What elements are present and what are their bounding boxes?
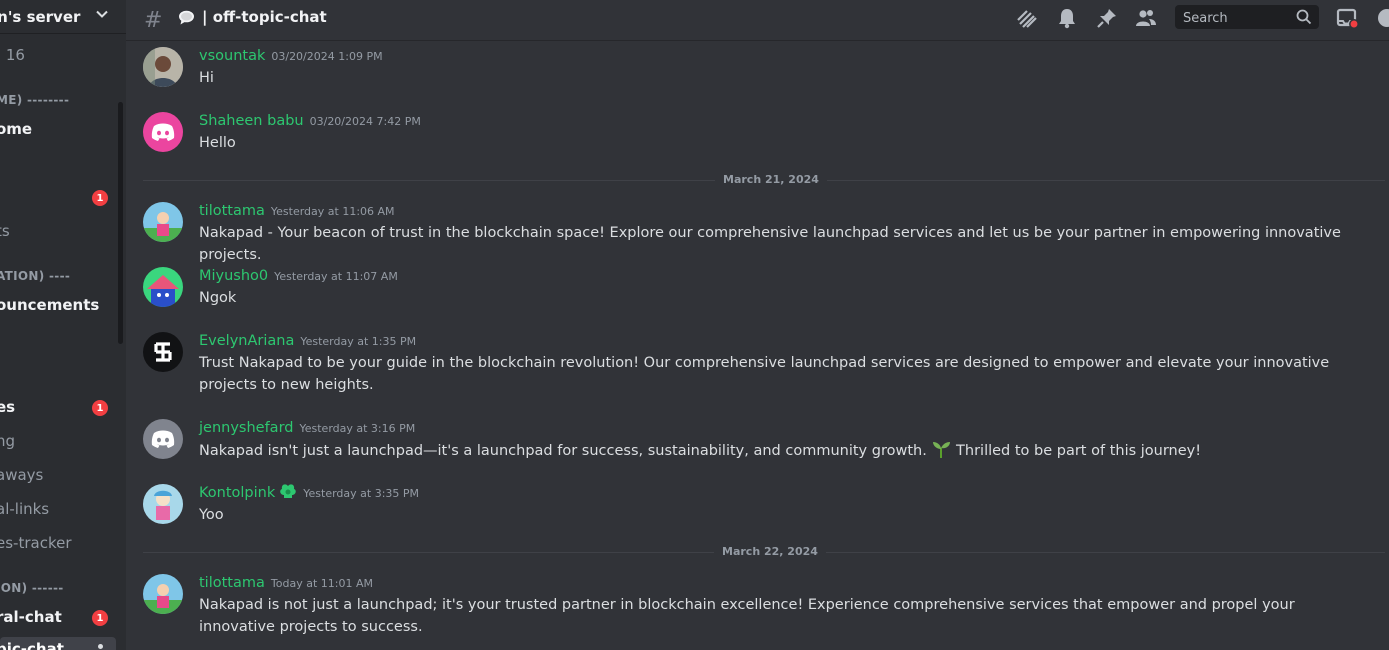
search-icon[interactable] [1296,9,1312,25]
message-text: Nakapad isn't just a launchpad—it's a la… [199,439,1359,462]
timestamp: Yesterday at 3:16 PM [299,422,416,435]
sidebar-item-announcements[interactable]: ouncements [0,296,99,314]
category-header[interactable]: ATION) ---- [0,269,70,283]
message-text: Ngok [199,290,237,306]
avatar[interactable] [143,484,183,524]
avatar[interactable] [143,47,183,87]
username[interactable]: tilottama [199,575,265,591]
sidebar-item-channel[interactable]: ng [0,432,15,450]
avatar[interactable] [143,202,183,242]
category-header[interactable]: ME) -------- [0,93,69,107]
message-text-part: Thrilled to be part of this journey! [951,443,1202,459]
members-icon[interactable] [1135,7,1157,29]
date-divider-label: March 22, 2024 [714,545,826,558]
hash-icon: # [144,8,163,33]
channel-sidebar: in's server : 16 ME) -------- ome 1 ts A… [0,0,126,650]
server-header[interactable]: in's server [0,0,126,34]
chevron-down-icon[interactable] [94,6,110,22]
unread-badge: 1 [92,190,108,206]
timestamp: 03/20/2024 7:42 PM [309,115,421,128]
timestamp: Yesterday at 3:35 PM [303,487,420,500]
avatar[interactable] [143,574,183,614]
username[interactable]: vsountak [199,48,265,64]
sidebar-item-channel[interactable]: ts [0,222,10,240]
help-icon[interactable] [1376,7,1389,29]
avatar[interactable] [143,112,183,152]
speech-bubble-icon [179,10,194,25]
sidebar-item-giveaways[interactable]: aways [0,466,43,484]
message-text: Nakapad - Your beacon of trust in the bl… [199,225,1341,263]
sidebar-item-channel[interactable]: es [0,398,15,416]
username[interactable]: jennyshefard [199,420,293,436]
date-divider-label: March 21, 2024 [715,173,827,186]
channel-header: # | off-topic-chat [126,0,1389,41]
sidebar-item-off-topic-chat[interactable]: pic-chat [0,640,64,650]
pin-icon[interactable] [1096,7,1118,29]
username[interactable]: Miyusho0 [199,268,268,284]
channel-title: | off-topic-chat [202,8,327,26]
sidebar-item-tracker[interactable]: es-tracker [0,534,72,552]
timestamp: Today at 11:01 AM [270,577,373,590]
sidebar-item-general-chat[interactable]: ral-chat [0,608,62,626]
message-text: Hello [199,135,236,151]
inbox-icon[interactable] [1336,7,1358,29]
unread-badge: 1 [92,610,108,626]
message-text: Trust Nakapad to be your guide in the bl… [199,355,1330,393]
discord-logo-icon [151,123,175,141]
bell-icon[interactable] [1056,7,1078,29]
unread-badge: 1 [92,400,108,416]
search-box[interactable] [1175,5,1319,29]
avatar[interactable] [143,419,183,459]
message-text-part: Nakapad isn't just a launchpad—it's a la… [199,443,927,459]
timestamp: 03/20/2024 1:09 PM [271,50,383,63]
username[interactable]: Kontolpink [199,485,275,501]
sidebar-item-member-count: : 16 [0,46,25,64]
timestamp: Yesterday at 11:06 AM [270,205,395,218]
seedling-emoji-icon [933,442,951,458]
search-input[interactable] [1181,7,1295,29]
message-text: Hi [199,70,214,86]
avatar[interactable] [143,267,183,307]
server-name: in's server [0,8,81,26]
timestamp: Yesterday at 1:35 PM [300,335,417,348]
sidebar-scrollbar[interactable] [118,102,123,344]
category-header[interactable]: ION) ------ [0,581,64,595]
sidebar-item-social-links[interactable]: al-links [0,500,49,518]
message-text: Yoo [199,507,224,523]
settings-dot-icon[interactable] [98,644,103,649]
avatar[interactable] [143,332,183,372]
username[interactable]: EvelynAriana [199,333,294,349]
message-text: Nakapad is not just a launchpad; it's yo… [199,597,1295,635]
sidebar-item-welcome[interactable]: ome [0,120,32,138]
nitro-badge-icon[interactable] [279,483,297,501]
username[interactable]: Shaheen babu [199,113,304,129]
discord-logo-icon [151,430,175,448]
timestamp: Yesterday at 11:07 AM [274,270,398,283]
username[interactable]: tilottama [199,203,265,219]
threads-icon[interactable] [1016,7,1038,29]
